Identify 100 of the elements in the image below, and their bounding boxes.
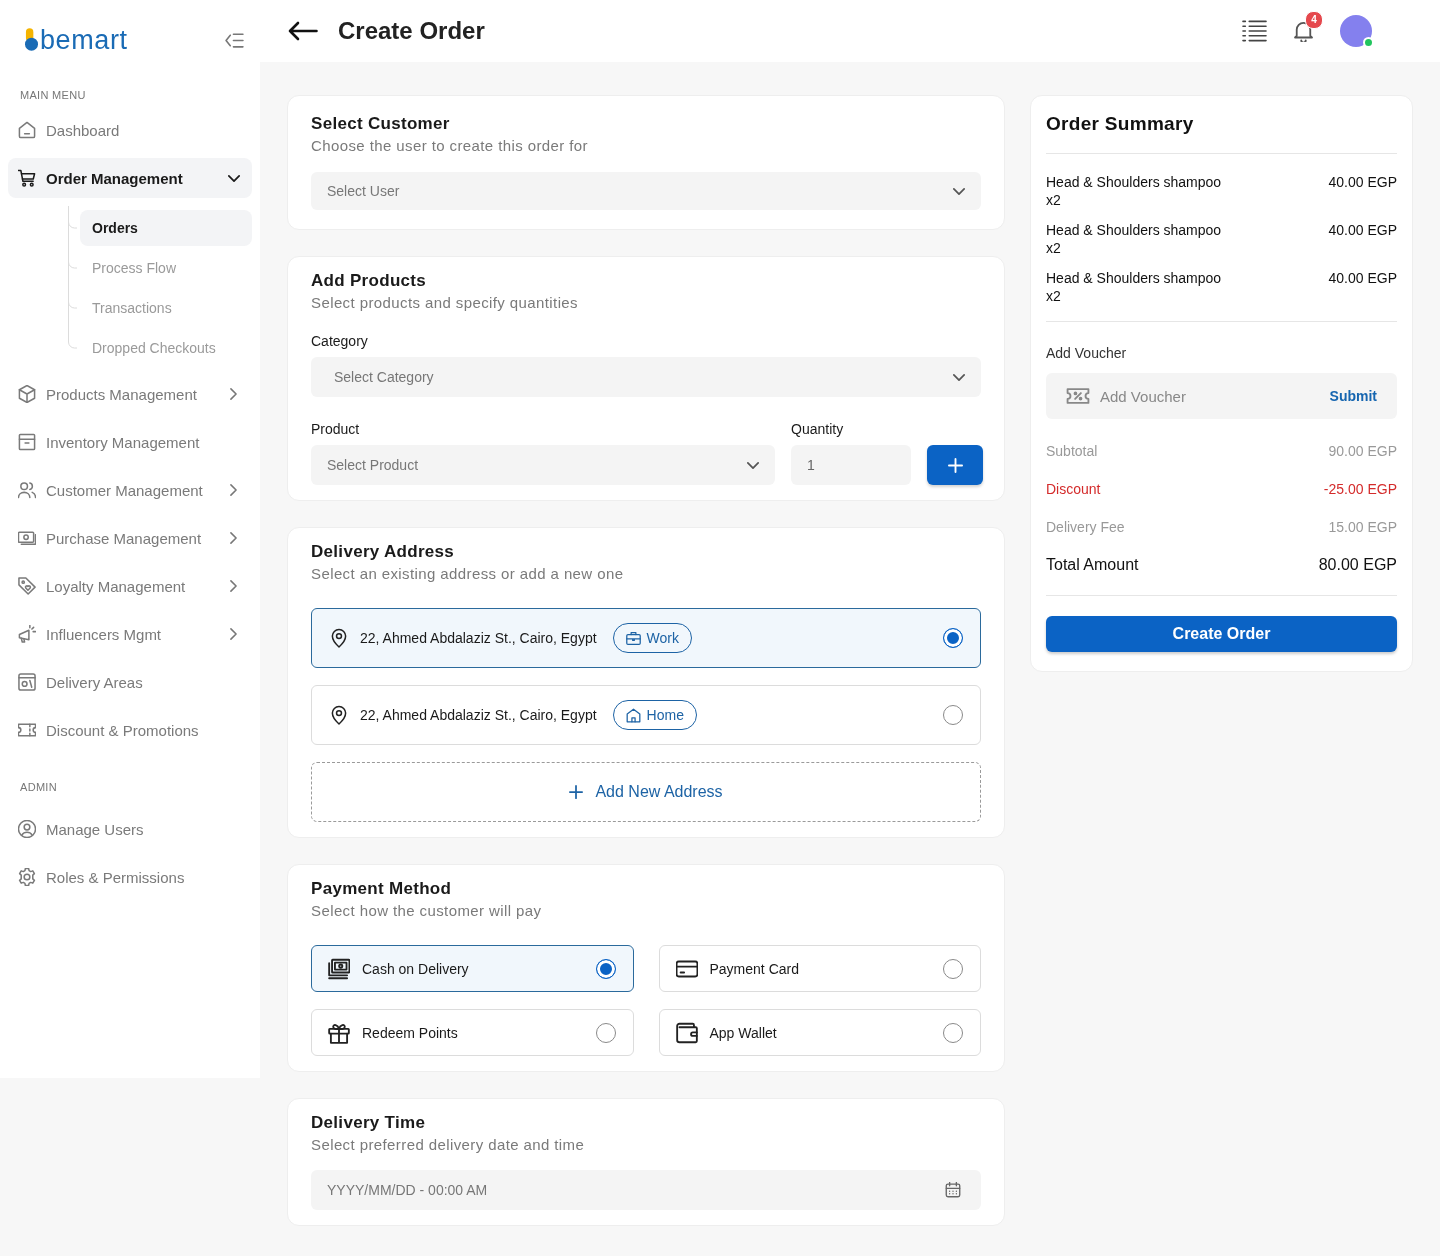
quantity-field[interactable]: 1 [791, 445, 911, 485]
megaphone-icon [18, 625, 36, 643]
list-icon[interactable] [1242, 20, 1267, 42]
plus-icon [569, 785, 584, 799]
total-label: Total Amount [1046, 555, 1139, 575]
brand-name: bemart [40, 24, 128, 57]
sidebar-item[interactable]: Delivery Areas [8, 662, 252, 702]
payment-option[interactable]: Payment Card [658, 945, 981, 992]
card-title: Delivery Time [311, 1112, 427, 1134]
back-arrow-icon[interactable] [288, 21, 318, 41]
radio-button[interactable] [943, 1022, 963, 1043]
section-heading: ADMIN [19, 780, 58, 794]
chevron-down-icon [747, 461, 759, 469]
item-quantity: x2 [1046, 287, 1062, 305]
sidebar-subitem[interactable]: Orders [80, 210, 252, 246]
sidebar-item[interactable]: Roles & Permissions [8, 857, 252, 897]
tag-icon [18, 577, 36, 595]
add-product-button[interactable] [927, 445, 983, 485]
payment-option[interactable]: Cash on Delivery [311, 945, 634, 992]
logo-mark-icon [25, 28, 38, 51]
date-time-field[interactable]: YYYY/MM/DD - 00:00 AM [311, 1170, 981, 1210]
cube-icon [18, 385, 36, 403]
home-icon [18, 121, 36, 139]
gift-icon [328, 1021, 350, 1044]
item-name: Head & Shoulders shampoo [1046, 221, 1222, 239]
sidebar-item[interactable]: Manage Users [8, 809, 252, 849]
total-value: -25.00 EGP [1323, 480, 1397, 499]
summary-title: Order Summary [1046, 112, 1195, 136]
add-address-button[interactable]: Add New Address [311, 762, 981, 822]
create-order-button[interactable]: Create Order [1046, 616, 1397, 652]
sidebar-item[interactable]: Products Management [8, 374, 252, 414]
settings-icon [18, 868, 36, 886]
card-subtitle: Choose the user to create this order for [311, 136, 589, 156]
sidebar-subitem[interactable]: Dropped Checkouts [80, 330, 252, 366]
payment-option[interactable]: Redeem Points [311, 1009, 634, 1056]
sidebar-item[interactable]: Loyalty Management [8, 566, 252, 606]
users-icon [18, 481, 36, 499]
voucher-icon [1066, 385, 1090, 407]
card-title: Delivery Address [311, 541, 456, 563]
calendar-icon [945, 1182, 961, 1198]
item-price: 40.00 EGP [1328, 221, 1397, 239]
category-select[interactable]: Select Category [311, 357, 981, 397]
sidebar-item[interactable]: Discount & Promotions [8, 710, 252, 750]
item-quantity: x2 [1046, 191, 1062, 209]
avatar[interactable] [1340, 15, 1372, 47]
collapse-sidebar-icon[interactable] [225, 32, 244, 48]
address-option[interactable]: 22, Ahmed Abdalaziz St., Cairo, Egypt Home [311, 685, 981, 745]
product-select[interactable]: Select Product [311, 445, 775, 485]
card-subtitle: Select preferred delivery date and time [311, 1135, 586, 1155]
item-quantity: x2 [1046, 239, 1062, 257]
voucher-label: Add Voucher [1046, 344, 1128, 363]
wallet-icon [675, 1021, 698, 1044]
sidebar-item[interactable]: Influencers Mgmt [8, 614, 252, 654]
sidebar-item[interactable]: Dashboard [8, 110, 252, 150]
bell-icon[interactable] [1294, 20, 1313, 42]
pin-icon [330, 628, 348, 648]
radio-button[interactable] [943, 958, 963, 979]
sidebar-item[interactable]: Purchase Management [8, 518, 252, 558]
submit-button[interactable]: Submit [1329, 388, 1377, 404]
item-name: Head & Shoulders shampoo [1046, 269, 1222, 287]
card-title: Add Products [311, 270, 428, 292]
radio-button[interactable] [943, 628, 963, 648]
total-value: 90.00 EGP [1328, 442, 1397, 461]
tag-label: Home [646, 707, 684, 723]
total-label: Delivery Fee [1046, 518, 1125, 537]
item-price: 40.00 EGP [1328, 269, 1397, 287]
tag-label: Work [646, 630, 679, 646]
field-label: Product [311, 420, 361, 439]
payment-option[interactable]: App Wallet [658, 1009, 981, 1056]
banknote-icon [18, 529, 36, 547]
sidebar-item[interactable]: Order Management [8, 158, 252, 198]
card-subtitle: Select how the customer will pay [311, 901, 543, 921]
sidebar-item[interactable]: Customer Management [8, 470, 252, 510]
card-title: Payment Method [311, 878, 453, 900]
total-label: Discount [1046, 480, 1101, 499]
item-name: Head & Shoulders shampoo [1046, 173, 1222, 191]
cash-icon [328, 957, 350, 980]
notification-count: 4 [1305, 11, 1323, 29]
house-icon [625, 707, 641, 723]
radio-button[interactable] [943, 705, 963, 725]
radio-button[interactable] [595, 1022, 616, 1043]
sidebar-subitem[interactable]: Transactions [80, 290, 252, 326]
page-title: Create Order [338, 17, 485, 45]
item-price: 40.00 EGP [1328, 173, 1397, 191]
briefcase-icon [625, 630, 641, 646]
radio-button[interactable] [595, 958, 616, 979]
user-select[interactable]: Select User [311, 172, 981, 210]
cart-icon [18, 169, 36, 187]
sidebar-item[interactable]: Inventory Management [8, 422, 252, 462]
card-subtitle: Select an existing address or add a new one [311, 564, 625, 584]
voucher-field[interactable]: Add Voucher Submit [1046, 373, 1397, 419]
archive-box-icon [18, 433, 36, 451]
section-heading: MAIN MENU [19, 88, 87, 102]
field-label: Quantity [791, 420, 845, 439]
sidebar-subitem[interactable]: Process Flow [80, 250, 252, 286]
total-value: 80.00 EGP [1318, 555, 1397, 575]
address-option[interactable]: 22, Ahmed Abdalaziz St., Cairo, Egypt Work [311, 608, 981, 668]
total-value: 15.00 EGP [1328, 518, 1397, 537]
chevron-down-icon [953, 373, 965, 381]
plus-icon [947, 457, 963, 473]
